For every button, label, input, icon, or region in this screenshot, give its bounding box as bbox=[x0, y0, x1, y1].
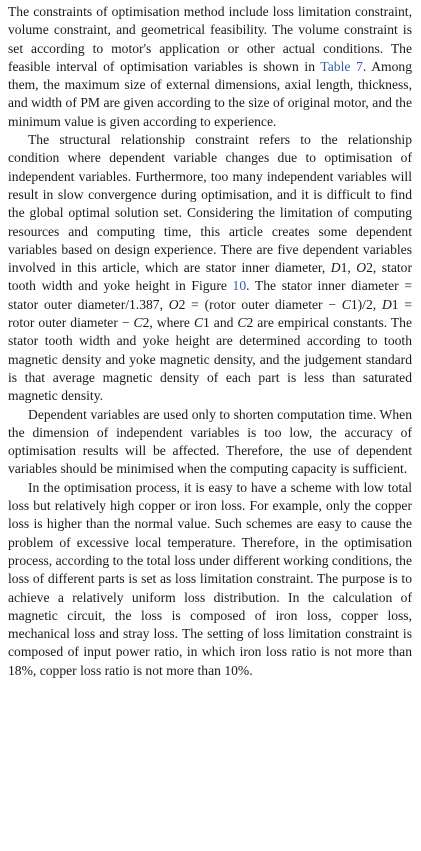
text-run: 1, bbox=[340, 260, 357, 276]
article-body: The constraints of optimisation method i… bbox=[8, 3, 412, 680]
text-run: Dependent variables are used only to sho… bbox=[8, 406, 412, 477]
paragraph-structural-constraint: The structural relationship constraint r… bbox=[8, 131, 412, 405]
text-run: In the optimisation process, it is easy … bbox=[8, 479, 412, 678]
text-run: 1)/2, bbox=[350, 296, 382, 312]
math-symbol: D bbox=[330, 260, 341, 276]
text-run: 2 = (rotor outer diameter − bbox=[178, 296, 342, 312]
math-symbol: O bbox=[168, 296, 179, 312]
paragraph-dependent-variables: Dependent variables are used only to sho… bbox=[8, 406, 412, 479]
math-symbol: O bbox=[356, 260, 367, 276]
cross-reference-link[interactable]: Table 7 bbox=[320, 59, 362, 74]
text-run: The structural relationship constraint r… bbox=[8, 132, 412, 276]
math-symbol: D bbox=[381, 296, 392, 312]
math-symbol: C bbox=[193, 315, 204, 331]
math-symbol: C bbox=[133, 315, 143, 331]
text-run: 1 and bbox=[203, 315, 238, 331]
math-symbol: C bbox=[341, 296, 351, 312]
text-run: 2, where bbox=[142, 315, 194, 331]
cross-reference-link[interactable]: 10 bbox=[233, 278, 247, 293]
paragraph-loss-limitation: In the optimisation process, it is easy … bbox=[8, 479, 412, 680]
paragraph-constraints-overview: The constraints of optimisation method i… bbox=[8, 3, 412, 131]
